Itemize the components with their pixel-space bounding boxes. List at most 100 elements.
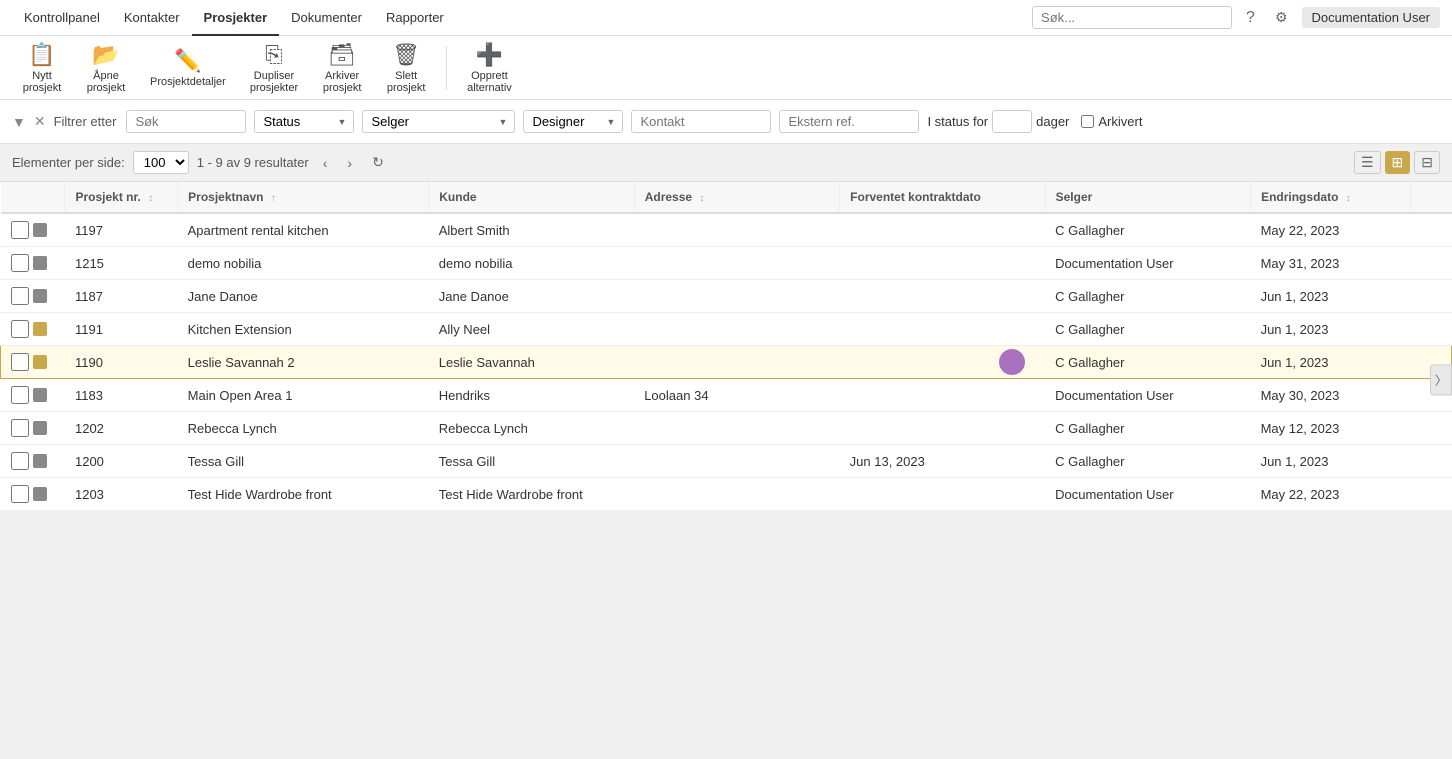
table-row[interactable]: 1203Test Hide Wardrobe frontTest Hide Wa… <box>1 478 1452 511</box>
col-header-prosjektnavn[interactable]: Prosjektnavn ↑ <box>178 182 429 213</box>
cursor-indicator <box>999 349 1025 375</box>
table-row[interactable]: 1187Jane DanoeJane DanoeC GallagherJun 1… <box>1 280 1452 313</box>
cell-selger: C Gallagher <box>1045 412 1250 445</box>
ekstern-ref-filter-input[interactable] <box>779 110 919 133</box>
prev-page-button[interactable]: ‹ <box>317 153 334 173</box>
cell-kunde: Jane Danoe <box>429 280 634 313</box>
cell-actions <box>1410 412 1451 445</box>
status-days-input[interactable]: 0 <box>992 110 1032 133</box>
cell-actions <box>1410 445 1451 478</box>
nav-item-kontakter[interactable]: Kontakter <box>112 0 192 36</box>
settings-icon[interactable]: ⚙ <box>1269 7 1294 28</box>
cell-kunde: Ally Neel <box>429 313 634 346</box>
refresh-button[interactable]: ↻ <box>366 152 390 173</box>
cell-prosjektnavn: Jane Danoe <box>178 280 429 313</box>
status-days-filter: I status for 0 dager <box>927 110 1069 133</box>
cell-adresse <box>634 247 839 280</box>
table-row[interactable]: 1183Main Open Area 1HendriksLoolaan 34Do… <box>1 379 1452 412</box>
results-info: 1 - 9 av 9 resultater <box>197 155 309 170</box>
filter-icon[interactable]: ▼ <box>12 114 26 130</box>
row-color-indicator <box>33 322 47 336</box>
filter-search-input[interactable] <box>126 110 246 133</box>
top-nav-search: ? ⚙ Documentation User <box>1032 6 1440 29</box>
status-filter-select[interactable]: StatusAktivArkivert <box>254 110 354 133</box>
sidebar-toggle[interactable]: 〉 <box>1430 364 1452 395</box>
row-checkbox[interactable] <box>11 221 29 239</box>
archived-checkbox[interactable] <box>1081 115 1094 128</box>
nav-item-kontrollpanel[interactable]: Kontrollpanel <box>12 0 112 36</box>
table-view-button[interactable]: ⊟ <box>1414 151 1440 174</box>
cell-actions <box>1410 213 1451 247</box>
row-checkbox[interactable] <box>11 386 29 404</box>
nav-item-rapporter[interactable]: Rapporter <box>374 0 456 36</box>
opprett-alternativ-button[interactable]: ➕Opprett alternativ <box>457 41 522 95</box>
col-header-adresse[interactable]: Adresse ↕ <box>634 182 839 213</box>
cell-prosjekt-nr: 1197 <box>65 213 178 247</box>
cell-prosjekt-nr: 1203 <box>65 478 178 511</box>
cell-adresse <box>634 346 839 379</box>
col-header-selger[interactable]: Selger <box>1045 182 1250 213</box>
nytt-prosjekt-label: Nytt prosjekt <box>23 70 62 94</box>
cell-prosjektnavn: demo nobilia <box>178 247 429 280</box>
cell-kontraktdato <box>840 346 1045 379</box>
filter-bar: ▼ ✕ Filtrer etter StatusAktivArkivert Se… <box>0 100 1452 144</box>
row-checkbox[interactable] <box>11 287 29 305</box>
col-header-prosjekt-nr[interactable]: Prosjekt nr. ↕ <box>65 182 178 213</box>
designer-filter-select[interactable]: Designer <box>523 110 623 133</box>
cell-endringsdato: May 12, 2023 <box>1251 412 1411 445</box>
prosjektdetaljer-button[interactable]: ✏️Prosjektdetaljer <box>140 41 236 95</box>
kontakt-filter-input[interactable] <box>631 110 771 133</box>
row-checkbox[interactable] <box>11 452 29 470</box>
nav-item-dokumenter[interactable]: Dokumenter <box>279 0 374 36</box>
pagination-bar: Elementer per side: 1005025 1 - 9 av 9 r… <box>0 144 1452 182</box>
cell-prosjekt-nr: 1187 <box>65 280 178 313</box>
col-header-kontraktdato[interactable]: Forventet kontraktdato <box>840 182 1045 213</box>
top-nav: KontrollpanelKontakterProsjekterDokument… <box>0 0 1452 36</box>
arkiver-prosjekt-button[interactable]: 🗃Arkiver prosjekt <box>312 41 372 95</box>
next-page-button[interactable]: › <box>341 153 358 173</box>
row-checkbox[interactable] <box>11 353 29 371</box>
cell-prosjekt-nr: 1191 <box>65 313 178 346</box>
table-header-row: Prosjekt nr. ↕ Prosjektnavn ↑ Kunde Adre… <box>1 182 1452 213</box>
cell-adresse <box>634 412 839 445</box>
col-header-kunde[interactable]: Kunde <box>429 182 634 213</box>
cell-endringsdato: Jun 1, 2023 <box>1251 346 1411 379</box>
cell-prosjekt-nr: 1200 <box>65 445 178 478</box>
table-row[interactable]: 1202Rebecca LynchRebecca LynchC Gallaghe… <box>1 412 1452 445</box>
row-checkbox[interactable] <box>11 254 29 272</box>
cell-selger: C Gallagher <box>1045 280 1250 313</box>
row-checkbox[interactable] <box>11 320 29 338</box>
dager-label: dager <box>1036 114 1069 129</box>
nav-item-prosjekter[interactable]: Prosjekter <box>192 0 280 36</box>
help-icon[interactable]: ? <box>1240 7 1261 29</box>
row-checkbox[interactable] <box>11 419 29 437</box>
menu-view-button[interactable]: ☰ <box>1354 151 1381 174</box>
table-row[interactable]: 1200Tessa GillTessa GillJun 13, 2023C Ga… <box>1 445 1452 478</box>
global-search-input[interactable] <box>1032 6 1232 29</box>
selger-filter-select[interactable]: SelgerC GallagherDocumentation User <box>362 110 515 133</box>
table-row[interactable]: 1197Apartment rental kitchenAlbert Smith… <box>1 213 1452 247</box>
cell-selger: Documentation User <box>1045 379 1250 412</box>
cell-actions <box>1410 313 1451 346</box>
slett-prosjekt-button[interactable]: 🗑Slett prosjekt <box>376 41 436 95</box>
table-row[interactable]: 1190Leslie Savannah 2Leslie SavannahC Ga… <box>1 346 1452 379</box>
cell-kontraktdato: Jun 13, 2023 <box>840 445 1045 478</box>
per-page-select[interactable]: 1005025 <box>133 151 189 174</box>
cell-prosjekt-nr: 1183 <box>65 379 178 412</box>
apne-prosjekt-button[interactable]: 📂Åpne prosjekt <box>76 41 136 95</box>
cell-prosjekt-nr: 1190 <box>65 346 178 379</box>
cell-actions <box>1410 280 1451 313</box>
nytt-prosjekt-button[interactable]: 📋Nytt prosjekt <box>12 41 72 95</box>
cell-endringsdato: May 22, 2023 <box>1251 213 1411 247</box>
dupliser-prosjekter-button[interactable]: ⎘Dupliser prosjekter <box>240 41 308 95</box>
view-toggle: ☰ ⊞ ⊟ <box>1354 151 1440 174</box>
table-row[interactable]: 1215demo nobiliademo nobiliaDocumentatio… <box>1 247 1452 280</box>
cell-selger: Documentation User <box>1045 247 1250 280</box>
grid-view-button[interactable]: ⊞ <box>1385 151 1411 174</box>
table-row[interactable]: 1191Kitchen ExtensionAlly NeelC Gallaghe… <box>1 313 1452 346</box>
row-checkbox[interactable] <box>11 485 29 503</box>
col-header-endringsdato[interactable]: Endringsdato ↕ <box>1251 182 1411 213</box>
filter-clear-icon[interactable]: ✕ <box>34 113 46 130</box>
cell-selger: C Gallagher <box>1045 313 1250 346</box>
opprett-alternativ-icon: ➕ <box>476 42 503 68</box>
